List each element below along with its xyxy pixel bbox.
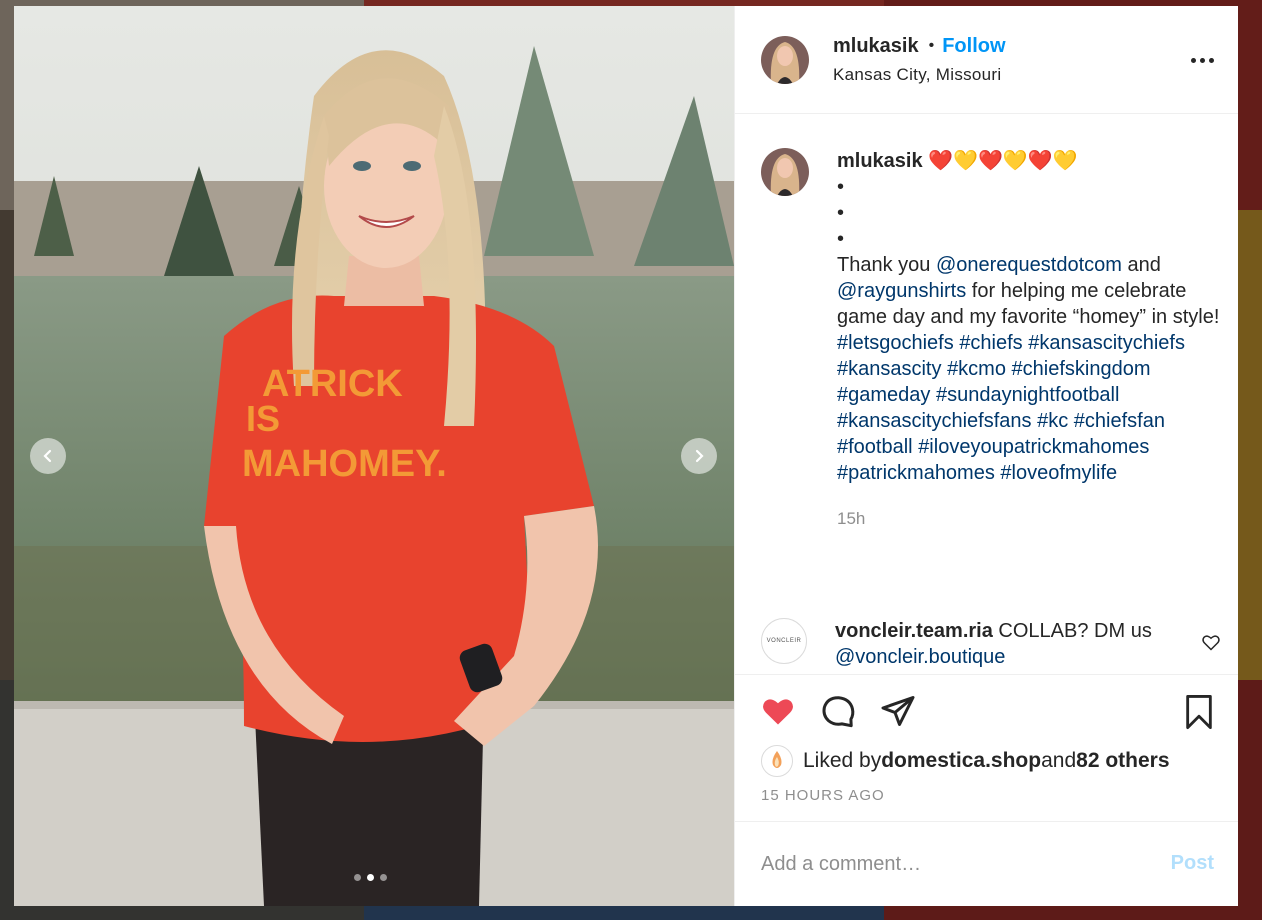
hashtag[interactable]: #letsgochiefs — [837, 332, 954, 354]
shirt-text-line3: MAHOMEY. — [242, 443, 447, 485]
liker-avatar[interactable] — [761, 745, 793, 777]
shirt-text-line1: ATRICK — [262, 363, 403, 405]
comment-text: COLLAB? DM us — [992, 620, 1152, 642]
chevron-left-icon — [43, 449, 52, 463]
hashtag[interactable]: #patrickmahomes — [837, 462, 995, 484]
follow-button[interactable]: Follow — [942, 35, 1005, 58]
carousel-dot — [380, 874, 387, 881]
post-header: mlukasik • Follow Kansas City, Missouri — [735, 6, 1238, 114]
post-caption: mlukasik ❤️💛❤️💛❤️💛 • • • Thank you @oner… — [761, 148, 1227, 532]
hashtag[interactable]: #kansascitychiefsfans — [837, 410, 1032, 432]
post-modal: ATRICK IS MAHOMEY. mlukasik • Follow Kan… — [14, 6, 1238, 906]
commenter-avatar[interactable]: VONCLEIR — [761, 618, 807, 664]
caption-username[interactable]: mlukasik — [837, 150, 923, 172]
like-comment-heart-icon[interactable] — [1201, 632, 1221, 652]
caption-timestamp[interactable]: 15h — [837, 506, 1227, 532]
caption-bullet: • — [837, 176, 845, 198]
carousel-indicator — [354, 874, 387, 881]
hashtag[interactable]: #football — [837, 436, 913, 458]
hashtag[interactable]: #chiefs — [959, 332, 1022, 354]
likes-summary: Liked by domestica.shop and 82 others — [761, 745, 1170, 777]
post-timestamp[interactable]: 15 HOURS AGO — [761, 787, 885, 804]
liked-by-others[interactable]: 82 others — [1076, 749, 1169, 773]
post-actions: Liked by domestica.shop and 82 others 15… — [735, 674, 1238, 822]
hashtag[interactable]: #kansascitychiefs — [1028, 332, 1185, 354]
hashtag[interactable]: #kansascity — [837, 358, 942, 380]
hashtag[interactable]: #chiefskingdom — [1012, 358, 1151, 380]
caption-emojis: ❤️💛❤️💛❤️💛 — [928, 150, 1078, 172]
post-side-panel: mlukasik • Follow Kansas City, Missouri … — [734, 6, 1238, 906]
liked-by-label: Liked by — [803, 749, 882, 772]
shirt-text-line2: IS — [246, 398, 280, 439]
comment-bubble-icon[interactable] — [819, 693, 857, 729]
hashtag[interactable]: #chiefsfan — [1074, 410, 1165, 432]
add-comment-input[interactable] — [761, 852, 1141, 876]
carousel-next-button[interactable] — [681, 438, 717, 474]
bookmark-icon[interactable] — [1182, 693, 1216, 731]
caption-bullet: • — [837, 202, 845, 224]
post-photo[interactable]: ATRICK IS MAHOMEY. — [14, 6, 734, 906]
hashtag[interactable]: #gameday — [837, 384, 930, 406]
hashtag[interactable]: #kc — [1037, 410, 1068, 432]
author-avatar[interactable] — [761, 35, 809, 84]
share-paper-plane-icon[interactable] — [879, 693, 917, 729]
carousel-dot-active — [367, 874, 374, 881]
like-heart-icon[interactable] — [759, 693, 797, 729]
author-username[interactable]: mlukasik — [833, 35, 919, 58]
hashtag[interactable]: #kcmo — [947, 358, 1006, 380]
caption-author-avatar[interactable] — [761, 148, 809, 196]
comments-section: mlukasik ❤️💛❤️💛❤️💛 • • • Thank you @oner… — [735, 114, 1238, 674]
separator-dot: • — [928, 37, 935, 54]
hashtag[interactable]: #sundaynightfootball — [936, 384, 1119, 406]
liked-by-user[interactable]: domestica.shop — [881, 749, 1041, 773]
chevron-right-icon — [695, 449, 704, 463]
caption-text: Thank you @onerequestdotcom and @rayguns… — [837, 254, 1220, 328]
carousel-prev-button[interactable] — [30, 438, 66, 474]
post-location[interactable]: Kansas City, Missouri — [833, 65, 1006, 85]
caption-hashtags: #letsgochiefs #chiefs #kansascitychiefs … — [837, 330, 1227, 486]
liked-and-label: and — [1041, 749, 1077, 772]
photo-image: ATRICK IS MAHOMEY. — [14, 6, 734, 906]
post-comment-button[interactable]: Post — [1171, 852, 1214, 875]
mention-voncleir-boutique[interactable]: @voncleir.boutique — [835, 646, 1005, 668]
commenter-username[interactable]: voncleir.team.ria — [835, 620, 993, 642]
mention-raygunshirts[interactable]: @raygunshirts — [837, 280, 966, 302]
caption-bullet: • — [837, 228, 845, 250]
mention-onerequestdotcom[interactable]: @onerequestdotcom — [936, 254, 1122, 276]
hashtag[interactable]: #loveofmylife — [1000, 462, 1117, 484]
hashtag[interactable]: #iloveyoupatrickmahomes — [918, 436, 1149, 458]
comment-item: VONCLEIR voncleir.team.ria COLLAB? DM us… — [761, 618, 1221, 670]
carousel-dot — [354, 874, 361, 881]
more-options-icon[interactable] — [1191, 58, 1214, 63]
add-comment-bar: Post — [735, 822, 1238, 906]
